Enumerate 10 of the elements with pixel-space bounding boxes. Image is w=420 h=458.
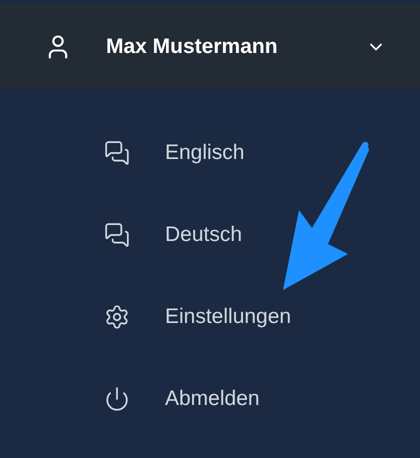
power-icon [104, 386, 130, 412]
menu-item[interactable]: Einstellungen [104, 299, 420, 335]
menu-item[interactable]: Deutsch [104, 217, 420, 253]
menu-item[interactable]: Englisch [104, 135, 420, 171]
user-name: Max Mustermann [106, 35, 279, 59]
chat-icon [104, 222, 130, 248]
settings-icon [104, 304, 130, 330]
user-menu-header[interactable]: Max Mustermann [0, 4, 420, 90]
menu-item[interactable]: Abmelden [104, 381, 420, 417]
chat-icon [104, 140, 130, 166]
